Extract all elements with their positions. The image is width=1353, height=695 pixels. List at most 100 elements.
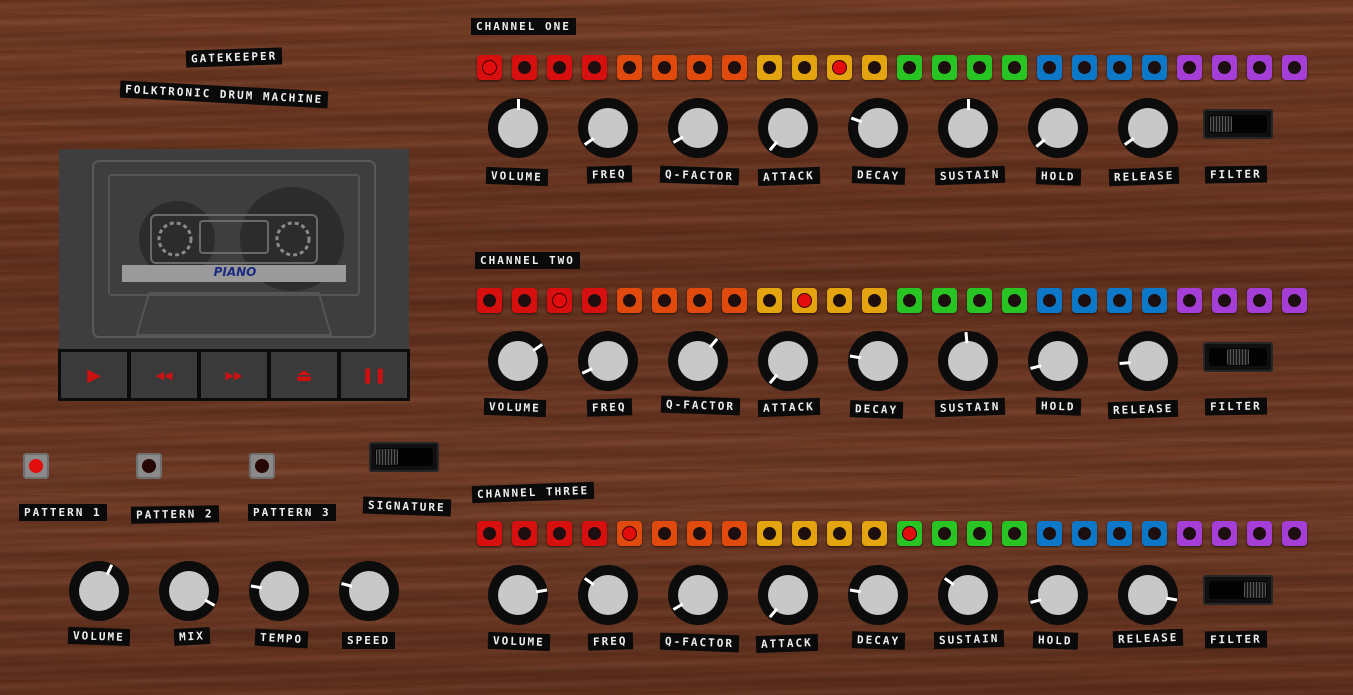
step-10-led[interactable]	[792, 55, 817, 80]
channel-3-sustain-knob[interactable]	[938, 565, 998, 625]
channel-2-attack-knob[interactable]	[758, 331, 818, 391]
step-5-led[interactable]	[617, 55, 642, 80]
channel-1-decay-knob[interactable]	[848, 98, 908, 158]
step-20-led[interactable]	[1142, 55, 1167, 80]
pattern-2-led[interactable]	[136, 453, 162, 479]
master-mix-knob[interactable]	[159, 561, 219, 621]
step-13-led[interactable]	[897, 288, 922, 313]
step-16-led[interactable]	[1002, 288, 1027, 313]
step-20-led[interactable]	[1142, 288, 1167, 313]
step-14-led[interactable]	[932, 55, 957, 80]
step-13-led[interactable]	[897, 55, 922, 80]
channel-3-freq-knob[interactable]	[578, 565, 638, 625]
step-18-led[interactable]	[1072, 521, 1097, 546]
step-19-led[interactable]	[1107, 55, 1132, 80]
channel-2-hold-knob[interactable]	[1028, 331, 1088, 391]
step-21-led[interactable]	[1177, 288, 1202, 313]
step-1-led[interactable]	[477, 55, 502, 80]
step-5-led[interactable]	[617, 288, 642, 313]
step-21-led[interactable]	[1177, 55, 1202, 80]
master-speed-knob[interactable]	[339, 561, 399, 621]
step-7-led[interactable]	[687, 288, 712, 313]
master-volume-knob[interactable]	[69, 561, 129, 621]
step-24-led[interactable]	[1282, 288, 1307, 313]
channel-2-decay-knob[interactable]	[848, 331, 908, 391]
eject-button[interactable]: ⏏	[271, 352, 337, 398]
step-7-led[interactable]	[687, 521, 712, 546]
channel-3-q-factor-knob[interactable]	[668, 565, 728, 625]
step-1-led[interactable]	[477, 288, 502, 313]
step-14-led[interactable]	[932, 521, 957, 546]
step-23-led[interactable]	[1247, 521, 1272, 546]
step-18-led[interactable]	[1072, 55, 1097, 80]
step-10-led[interactable]	[792, 521, 817, 546]
step-16-led[interactable]	[1002, 521, 1027, 546]
step-9-led[interactable]	[757, 288, 782, 313]
step-12-led[interactable]	[862, 521, 887, 546]
play-button[interactable]: ▶	[61, 352, 127, 398]
channel-1-sustain-knob[interactable]	[938, 98, 998, 158]
step-4-led[interactable]	[582, 288, 607, 313]
step-8-led[interactable]	[722, 288, 747, 313]
step-24-led[interactable]	[1282, 55, 1307, 80]
step-24-led[interactable]	[1282, 521, 1307, 546]
step-20-led[interactable]	[1142, 521, 1167, 546]
step-13-led[interactable]	[897, 521, 922, 546]
step-4-led[interactable]	[582, 55, 607, 80]
step-3-led[interactable]	[547, 55, 572, 80]
step-17-led[interactable]	[1037, 55, 1062, 80]
channel-1-release-knob[interactable]	[1118, 98, 1178, 158]
channel-1-volume-knob[interactable]	[488, 98, 548, 158]
signature-switch[interactable]	[369, 442, 439, 472]
step-19-led[interactable]	[1107, 521, 1132, 546]
step-6-led[interactable]	[652, 288, 677, 313]
step-17-led[interactable]	[1037, 521, 1062, 546]
step-16-led[interactable]	[1002, 55, 1027, 80]
step-15-led[interactable]	[967, 521, 992, 546]
channel-2-sustain-knob[interactable]	[938, 331, 998, 391]
channel-2-volume-knob[interactable]	[488, 331, 548, 391]
channel-2-release-knob[interactable]	[1118, 331, 1178, 391]
master-tempo-knob[interactable]	[249, 561, 309, 621]
channel-3-decay-knob[interactable]	[848, 565, 908, 625]
channel-3-volume-knob[interactable]	[488, 565, 548, 625]
channel-3-hold-knob[interactable]	[1028, 565, 1088, 625]
step-6-led[interactable]	[652, 55, 677, 80]
channel-2-freq-knob[interactable]	[578, 331, 638, 391]
step-17-led[interactable]	[1037, 288, 1062, 313]
step-22-led[interactable]	[1212, 521, 1237, 546]
step-23-led[interactable]	[1247, 288, 1272, 313]
pause-button[interactable]: ❚❚	[341, 352, 407, 398]
step-9-led[interactable]	[757, 521, 782, 546]
step-2-led[interactable]	[512, 288, 537, 313]
step-21-led[interactable]	[1177, 521, 1202, 546]
channel-1-filter-switch[interactable]	[1203, 109, 1273, 139]
step-1-led[interactable]	[477, 521, 502, 546]
step-4-led[interactable]	[582, 521, 607, 546]
step-2-led[interactable]	[512, 521, 537, 546]
channel-1-q-factor-knob[interactable]	[668, 98, 728, 158]
channel-3-attack-knob[interactable]	[758, 565, 818, 625]
step-8-led[interactable]	[722, 55, 747, 80]
channel-2-q-factor-knob[interactable]	[668, 331, 728, 391]
channel-1-hold-knob[interactable]	[1028, 98, 1088, 158]
step-11-led[interactable]	[827, 288, 852, 313]
step-7-led[interactable]	[687, 55, 712, 80]
step-23-led[interactable]	[1247, 55, 1272, 80]
step-12-led[interactable]	[862, 288, 887, 313]
step-6-led[interactable]	[652, 521, 677, 546]
channel-1-freq-knob[interactable]	[578, 98, 638, 158]
rewind-button[interactable]: ◀◀	[131, 352, 197, 398]
step-18-led[interactable]	[1072, 288, 1097, 313]
step-22-led[interactable]	[1212, 55, 1237, 80]
step-15-led[interactable]	[967, 55, 992, 80]
step-22-led[interactable]	[1212, 288, 1237, 313]
step-8-led[interactable]	[722, 521, 747, 546]
step-19-led[interactable]	[1107, 288, 1132, 313]
pattern-3-led[interactable]	[249, 453, 275, 479]
channel-1-attack-knob[interactable]	[758, 98, 818, 158]
pattern-1-led[interactable]	[23, 453, 49, 479]
step-15-led[interactable]	[967, 288, 992, 313]
channel-3-release-knob[interactable]	[1118, 565, 1178, 625]
step-11-led[interactable]	[827, 55, 852, 80]
